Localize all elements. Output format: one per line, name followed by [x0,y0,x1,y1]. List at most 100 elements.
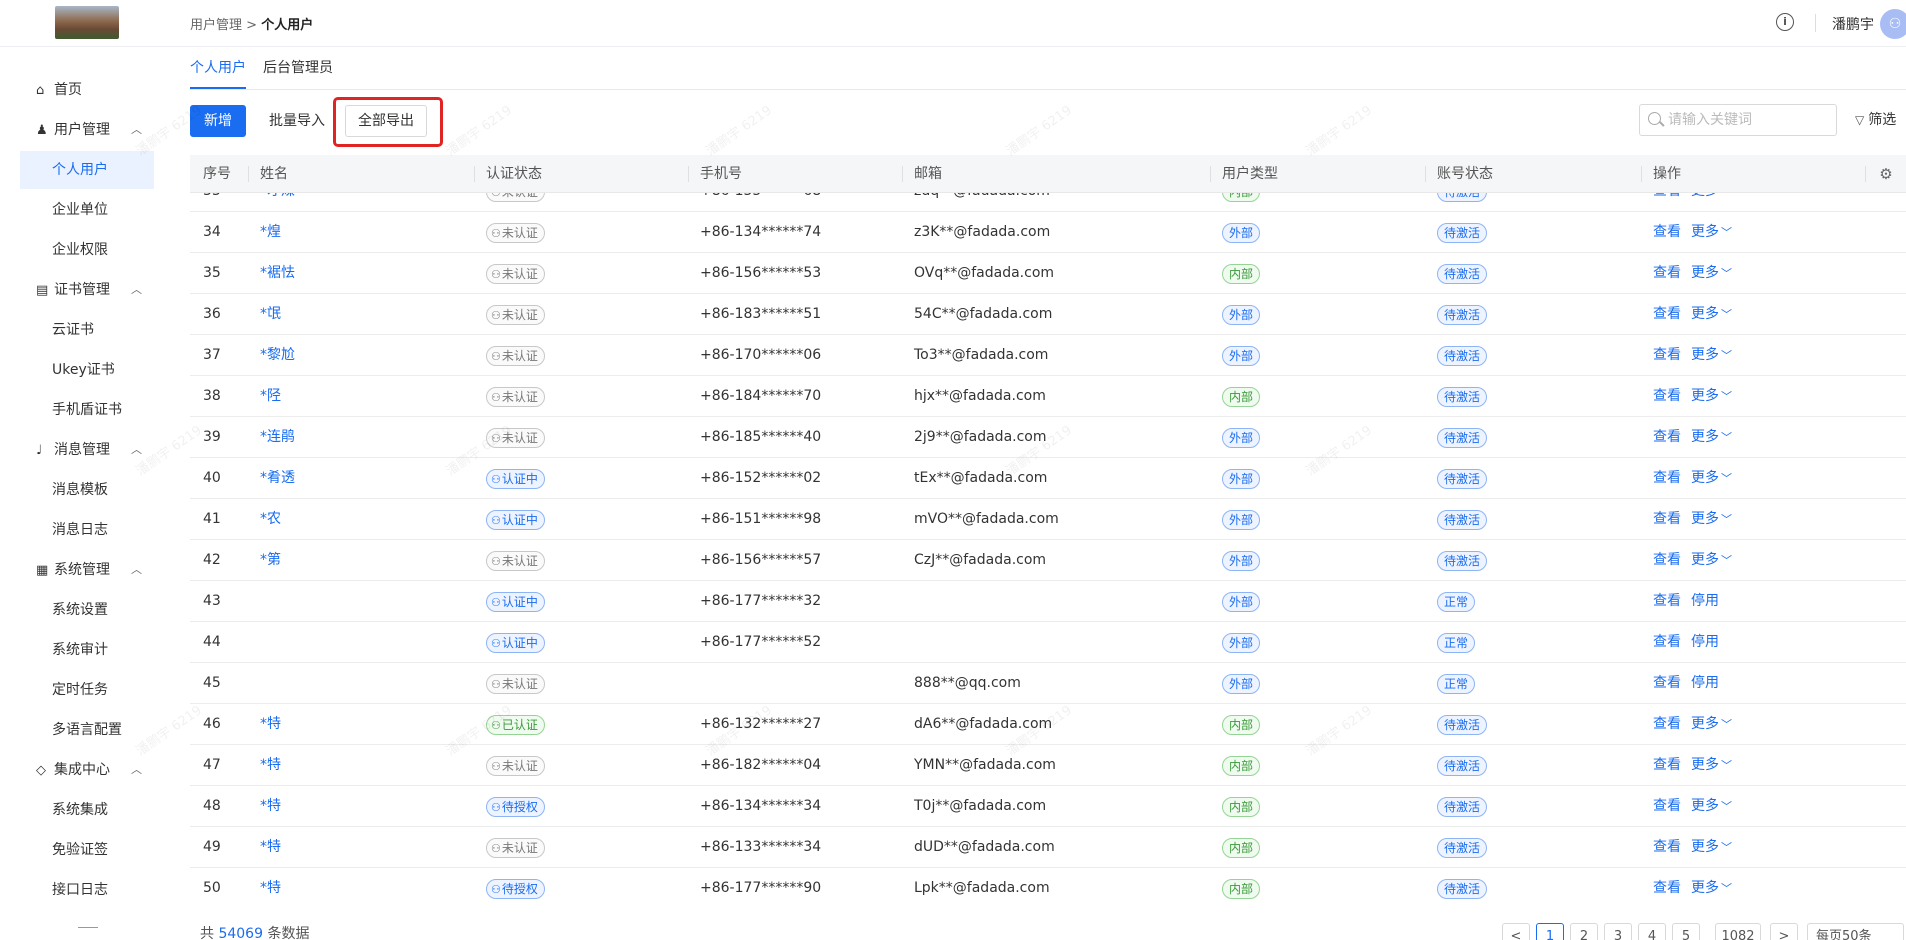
page-1[interactable]: 1 [1536,923,1564,940]
disable-link[interactable]: 停用 [1691,634,1719,650]
page-4[interactable]: 4 [1638,923,1666,940]
more-link[interactable]: 更多 [1691,511,1719,527]
sidebar-group-2[interactable]: ♩ 消息管理 ︿ [20,431,154,469]
sidebar-group-0[interactable]: ♟ 用户管理 ︿ [20,111,154,149]
sidebar-item-0-2[interactable]: 企业权限 [20,231,154,269]
chevron-down-icon[interactable]: ﹀ [1721,472,1732,485]
page-3[interactable]: 3 [1604,923,1632,940]
sidebar-item-0-0[interactable]: 个人用户 [20,151,154,189]
sidebar-item-3-3[interactable]: 多语言配置 [20,711,154,749]
view-link[interactable]: 查看 [1653,511,1681,527]
user-name-link[interactable]: *特 [260,786,281,827]
more-link[interactable]: 更多 [1691,552,1719,568]
more-link[interactable]: 更多 [1691,880,1719,896]
sidebar-item-0-1[interactable]: 企业单位 [20,191,154,229]
batch-import-button[interactable]: 批量导入 [254,105,340,137]
user-name-link[interactable]: *煌 [260,212,281,253]
more-link[interactable]: 更多 [1691,716,1719,732]
page-2[interactable]: 2 [1570,923,1598,940]
sidebar-item-home[interactable]: ⌂ 首页 [20,71,154,109]
view-link[interactable]: 查看 [1653,593,1681,609]
breadcrumb-parent[interactable]: 用户管理 [190,18,242,33]
avatar[interactable]: ⚇ [1880,9,1906,39]
user-name-link[interactable]: *陉 [260,376,281,417]
search-input[interactable] [1668,109,1828,131]
tab-personal-users[interactable]: 个人用户 [190,47,246,89]
sidebar-item-1-2[interactable]: 手机盾证书 [20,391,154,429]
view-link[interactable]: 查看 [1653,675,1681,691]
view-link[interactable]: 查看 [1653,716,1681,732]
more-link[interactable]: 更多 [1691,470,1719,486]
sidebar-group-3[interactable]: ▦ 系统管理 ︿ [20,551,154,589]
sidebar-group-4[interactable]: ◇ 集成中心 ︿ [20,751,154,789]
disable-link[interactable]: 停用 [1691,675,1719,691]
sidebar-item-3-0[interactable]: 系统设置 [20,591,154,629]
chevron-down-icon[interactable]: ﹀ [1721,431,1732,444]
view-link[interactable]: 查看 [1653,798,1681,814]
user-name-link[interactable]: *氓 [260,294,281,335]
chevron-down-icon[interactable]: ﹀ [1721,193,1732,198]
sidebar-item-1-1[interactable]: Ukey证书 [20,351,154,389]
view-link[interactable]: 查看 [1653,306,1681,322]
sidebar-item-4-0[interactable]: 系统集成 [20,791,154,829]
chevron-down-icon[interactable]: ﹀ [1721,759,1732,772]
chevron-down-icon[interactable]: ﹀ [1721,349,1732,362]
more-link[interactable]: 更多 [1691,265,1719,281]
more-link[interactable]: 更多 [1691,347,1719,363]
username[interactable]: 潘鹏宇 [1832,14,1874,34]
more-link[interactable]: 更多 [1691,757,1719,773]
sidebar-item-2-1[interactable]: 消息日志 [20,511,154,549]
user-name-link[interactable]: *连鹃 [260,417,295,458]
info-icon[interactable]: i [1776,13,1794,31]
search-box[interactable] [1639,104,1837,136]
more-link[interactable]: 更多 [1691,388,1719,404]
user-name-link[interactable]: *才煤 [260,193,295,212]
user-name-link[interactable]: *特 [260,745,281,786]
user-name-link[interactable]: *特 [260,827,281,868]
sidebar-item-3-1[interactable]: 系统审计 [20,631,154,669]
sidebar-item-2-0[interactable]: 消息模板 [20,471,154,509]
more-link[interactable]: 更多 [1691,798,1719,814]
chevron-down-icon[interactable]: ﹀ [1721,308,1732,321]
user-name-link[interactable]: *黎尬 [260,335,295,376]
sidebar-item-3-2[interactable]: 定时任务 [20,671,154,709]
add-button[interactable]: 新增 [190,105,246,137]
user-name-link[interactable]: *裾怯 [260,253,295,294]
chevron-down-icon[interactable]: ﹀ [1721,226,1732,239]
sidebar-item-4-2[interactable]: 接口日志 [20,871,154,909]
view-link[interactable]: 查看 [1653,388,1681,404]
prev-page-button[interactable]: < [1502,923,1530,940]
collapse-menu-icon[interactable] [78,927,98,940]
view-link[interactable]: 查看 [1653,429,1681,445]
next-page-button[interactable]: > [1770,923,1798,940]
filter-button[interactable]: ▽ 筛选 [1855,109,1896,129]
more-link[interactable]: 更多 [1691,839,1719,855]
user-name-link[interactable]: *第 [260,540,281,581]
view-link[interactable]: 查看 [1653,880,1681,896]
more-link[interactable]: 更多 [1691,224,1719,240]
more-link[interactable]: 更多 [1691,193,1719,199]
chevron-down-icon[interactable]: ﹀ [1721,718,1732,731]
user-name-link[interactable]: *特 [260,704,281,745]
view-link[interactable]: 查看 [1653,224,1681,240]
view-link[interactable]: 查看 [1653,552,1681,568]
user-name-link[interactable]: *肴透 [260,458,295,499]
sidebar-item-4-1[interactable]: 免验证签 [20,831,154,869]
page-size-select[interactable]: 每页50条 [1807,923,1904,940]
page-5[interactable]: 5 [1672,923,1700,940]
view-link[interactable]: 查看 [1653,757,1681,773]
chevron-down-icon[interactable]: ﹀ [1721,267,1732,280]
user-name-link[interactable]: *农 [260,499,281,540]
chevron-down-icon[interactable]: ﹀ [1721,390,1732,403]
more-link[interactable]: 更多 [1691,306,1719,322]
chevron-down-icon[interactable]: ﹀ [1721,554,1732,567]
more-link[interactable]: 更多 [1691,429,1719,445]
chevron-down-icon[interactable]: ﹀ [1721,800,1732,813]
view-link[interactable]: 查看 [1653,347,1681,363]
gear-icon[interactable]: ⚙ [1878,166,1894,182]
chevron-down-icon[interactable]: ﹀ [1721,841,1732,854]
view-link[interactable]: 查看 [1653,265,1681,281]
view-link[interactable]: 查看 [1653,470,1681,486]
sidebar-group-1[interactable]: ▤ 证书管理 ︿ [20,271,154,309]
last-page[interactable]: 1082 [1715,923,1761,940]
